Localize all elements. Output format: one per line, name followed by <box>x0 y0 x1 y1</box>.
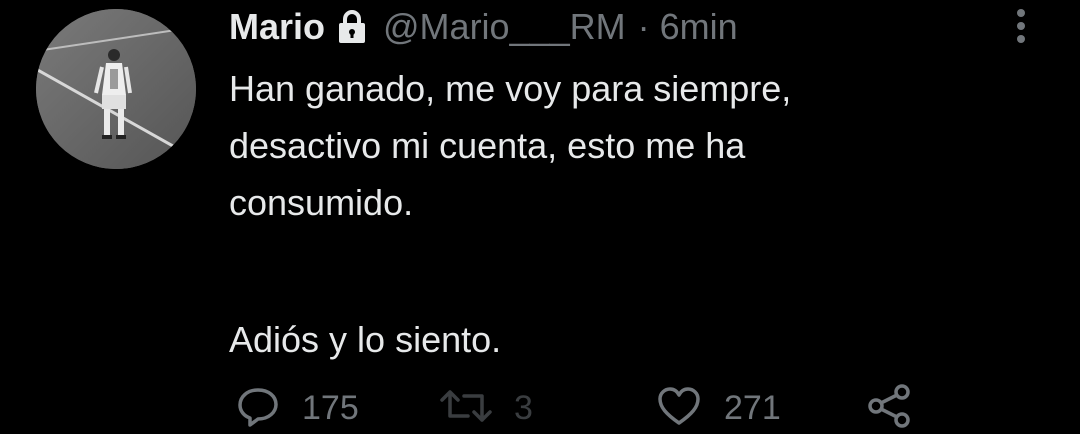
timestamp[interactable]: 6min <box>660 6 738 48</box>
share-icon <box>866 383 914 433</box>
tweet-text-line: Han ganado, me voy para siempre, <box>229 68 792 109</box>
avatar-photo <box>36 9 196 169</box>
tweet-header: Mario @Mario___RM · 6min <box>229 4 738 50</box>
lock-icon <box>337 9 367 45</box>
like-count: 271 <box>724 388 781 427</box>
more-vertical-icon[interactable] <box>1010 6 1032 46</box>
display-name[interactable]: Mario <box>229 6 325 48</box>
reply-button[interactable]: 175 <box>236 384 359 432</box>
avatar[interactable] <box>36 9 196 169</box>
retweet-count: 3 <box>514 388 533 427</box>
speech-bubble-icon <box>236 384 280 433</box>
tweet-actions: 175 3 271 <box>236 383 936 433</box>
tweet-text: Han ganado, me voy para siempre, desacti… <box>229 60 1009 368</box>
like-button[interactable]: 271 <box>656 384 781 432</box>
user-handle[interactable]: @Mario___RM <box>383 6 626 48</box>
reply-count: 175 <box>302 388 359 427</box>
tweet-text-line: consumido. <box>229 182 414 223</box>
tweet-text-line: Adiós y lo siento. <box>229 319 502 360</box>
share-button[interactable] <box>866 383 914 433</box>
heart-icon <box>656 384 702 433</box>
tweet[interactable]: Mario @Mario___RM · 6min Han ganado, me … <box>0 0 1080 434</box>
retweet-icon <box>440 384 492 433</box>
tweet-text-line: desactivo mi cuenta, esto me ha <box>229 125 746 166</box>
retweet-button[interactable]: 3 <box>440 384 533 432</box>
separator-dot: · <box>637 6 650 47</box>
